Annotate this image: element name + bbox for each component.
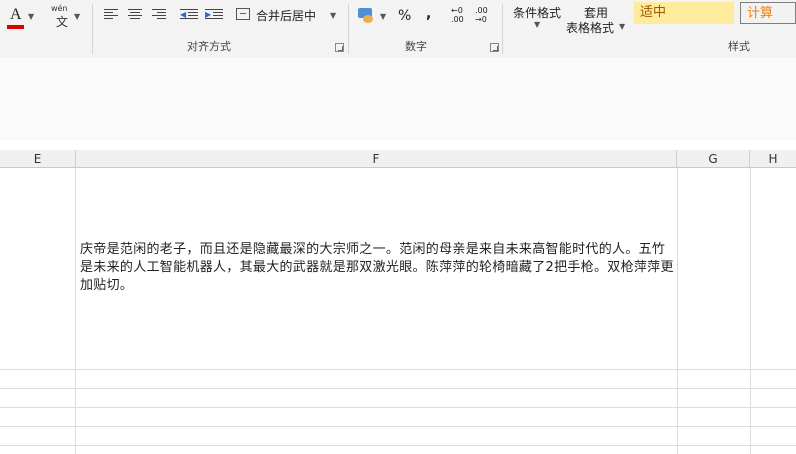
header-spacer	[0, 140, 796, 150]
phonetic-dropdown-icon[interactable]: ▼	[74, 12, 80, 21]
number-launcher-icon[interactable]	[490, 43, 499, 52]
accounting-dropdown-icon[interactable]: ▼	[380, 12, 386, 21]
decrease-indent-icon[interactable]: ◀	[180, 9, 198, 21]
percent-style-button[interactable]: %	[398, 8, 411, 24]
grid-line	[0, 388, 796, 389]
cell-style-neutral-label: 适中	[640, 5, 667, 20]
phonetic-top: wén	[51, 4, 68, 13]
cell-style-neutral[interactable]: 适中	[634, 2, 734, 24]
grid-line	[750, 168, 751, 454]
formula-area	[0, 58, 796, 141]
merge-center-button[interactable]: 合并后居中 ▼	[236, 6, 336, 26]
conditional-format-button[interactable]: 条件格式 ▼	[510, 2, 566, 34]
merge-dropdown-icon: ▼	[330, 11, 337, 20]
font-color-glyph: A	[10, 6, 22, 23]
group-label-alignment: 对齐方式	[187, 40, 231, 53]
grid-line	[0, 426, 796, 427]
cell-style-calculation-label: 计算	[747, 6, 774, 21]
column-header-e[interactable]: E	[0, 150, 76, 168]
format-as-table-dropdown-icon: ▼	[619, 22, 626, 31]
grid-line	[0, 369, 796, 370]
merge-center-label: 合并后居中	[256, 9, 317, 23]
grid-line	[75, 168, 76, 454]
merge-icon	[236, 8, 250, 20]
ribbon: A ▼ wén 文 ▼ ◀ ▶ 合并后居中 ▼ 对齐方式 ▼ % , ←0 .0…	[0, 0, 796, 59]
align-left-icon[interactable]	[104, 9, 118, 21]
conditional-format-dropdown-icon: ▼	[534, 20, 541, 29]
phonetic-guide-button[interactable]: wén 文	[48, 4, 74, 30]
grid-line	[0, 445, 796, 446]
align-right-icon[interactable]	[152, 9, 166, 21]
comma-style-button[interactable]: ,	[426, 6, 431, 22]
cell-f-text[interactable]: 庆帝是范闲的老子，而且还是隐藏最深的大宗师之一。范闲的母亲是来自未来高智能时代的…	[80, 241, 676, 295]
conditional-format-label: 条件格式	[513, 6, 562, 20]
column-header-h[interactable]: H	[750, 150, 796, 168]
format-as-table-button[interactable]: 套用 表格格式 ▼	[563, 2, 629, 35]
increase-indent-icon[interactable]: ▶	[205, 9, 223, 21]
alignment-launcher-icon[interactable]	[335, 43, 344, 52]
font-color-bar	[7, 25, 24, 29]
decrease-decimal-button[interactable]: .00 →0	[475, 6, 495, 24]
increase-decimal-button[interactable]: ←0 .00	[451, 6, 471, 24]
font-color-button[interactable]: A	[4, 4, 28, 30]
accounting-format-button[interactable]	[356, 6, 378, 26]
grid-line	[677, 168, 678, 454]
column-header-g[interactable]: G	[677, 150, 750, 168]
grid-line	[0, 407, 796, 408]
font-color-dropdown-icon[interactable]: ▼	[28, 12, 34, 21]
group-label-styles: 样式	[728, 40, 750, 53]
group-separator	[502, 4, 503, 54]
column-header-f[interactable]: F	[76, 150, 677, 168]
phonetic-bottom: 文	[56, 15, 69, 29]
group-separator	[92, 4, 93, 54]
group-label-number: 数字	[405, 40, 427, 53]
align-center-icon[interactable]	[128, 9, 142, 21]
cell-style-calculation[interactable]: 计算	[740, 2, 796, 24]
format-as-table-label-2: 表格格式	[566, 21, 615, 35]
group-separator	[348, 4, 349, 54]
